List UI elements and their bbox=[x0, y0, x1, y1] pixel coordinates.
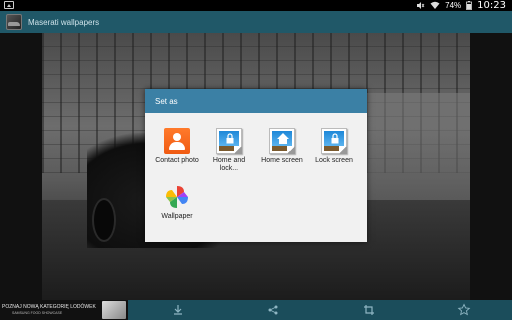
option-lock-screen[interactable]: Lock screen bbox=[308, 128, 360, 165]
status-indicators: 74% 10:23 bbox=[416, 0, 506, 11]
contact-icon bbox=[164, 128, 190, 154]
car-wheel bbox=[92, 198, 116, 242]
action-bar: Maserati wallpapers bbox=[0, 11, 512, 33]
ad-line2: SAMSUNG FOOD SHOWCASE bbox=[12, 311, 63, 315]
battery-percent: 74% bbox=[445, 1, 462, 10]
app-title: Maserati wallpapers bbox=[28, 17, 100, 27]
option-home-screen[interactable]: Home screen bbox=[256, 128, 308, 165]
share-icon[interactable] bbox=[266, 303, 280, 317]
home-screen-icon bbox=[269, 128, 295, 154]
option-home-and-lock[interactable]: Home and lock... bbox=[203, 128, 255, 173]
ad-text: POZNAJ NOWĄ KATEGORIĘ LODÓWEK SAMSUNG FO… bbox=[0, 304, 100, 316]
ad-banner[interactable]: POZNAJ NOWĄ KATEGORIĘ LODÓWEK SAMSUNG FO… bbox=[0, 300, 128, 320]
status-bar: 74% 10:23 bbox=[0, 0, 512, 11]
mute-icon bbox=[416, 1, 425, 10]
favorite-icon[interactable] bbox=[457, 303, 471, 317]
bottom-toolbar: POZNAJ NOWĄ KATEGORIĘ LODÓWEK SAMSUNG FO… bbox=[0, 300, 512, 320]
download-icon[interactable] bbox=[171, 303, 185, 317]
set-as-dialog: Set as Contact photo Home and lock... Ho… bbox=[145, 89, 367, 242]
app-icon[interactable] bbox=[6, 14, 22, 30]
ad-logo bbox=[102, 301, 126, 319]
lock-screen-icon bbox=[321, 128, 347, 154]
option-grid: Contact photo Home and lock... Home scre… bbox=[145, 113, 367, 242]
clock: 10:23 bbox=[477, 0, 506, 11]
option-wallpaper[interactable]: Wallpaper bbox=[151, 184, 203, 221]
pinwheel-icon bbox=[164, 184, 190, 210]
lock-screen-icon bbox=[216, 128, 242, 154]
option-label: Home screen bbox=[261, 157, 303, 164]
dialog-title: Set as bbox=[145, 89, 367, 113]
option-label: Contact photo bbox=[155, 157, 199, 164]
image-notification-icon bbox=[4, 1, 14, 9]
battery-icon bbox=[466, 1, 473, 10]
option-label: Wallpaper bbox=[161, 213, 193, 220]
option-contact-photo[interactable]: Contact photo bbox=[151, 128, 203, 165]
wifi-icon bbox=[430, 1, 440, 10]
option-label: Home and lock... bbox=[212, 157, 246, 172]
crop-icon[interactable] bbox=[362, 303, 376, 317]
option-label: Lock screen bbox=[315, 157, 353, 164]
